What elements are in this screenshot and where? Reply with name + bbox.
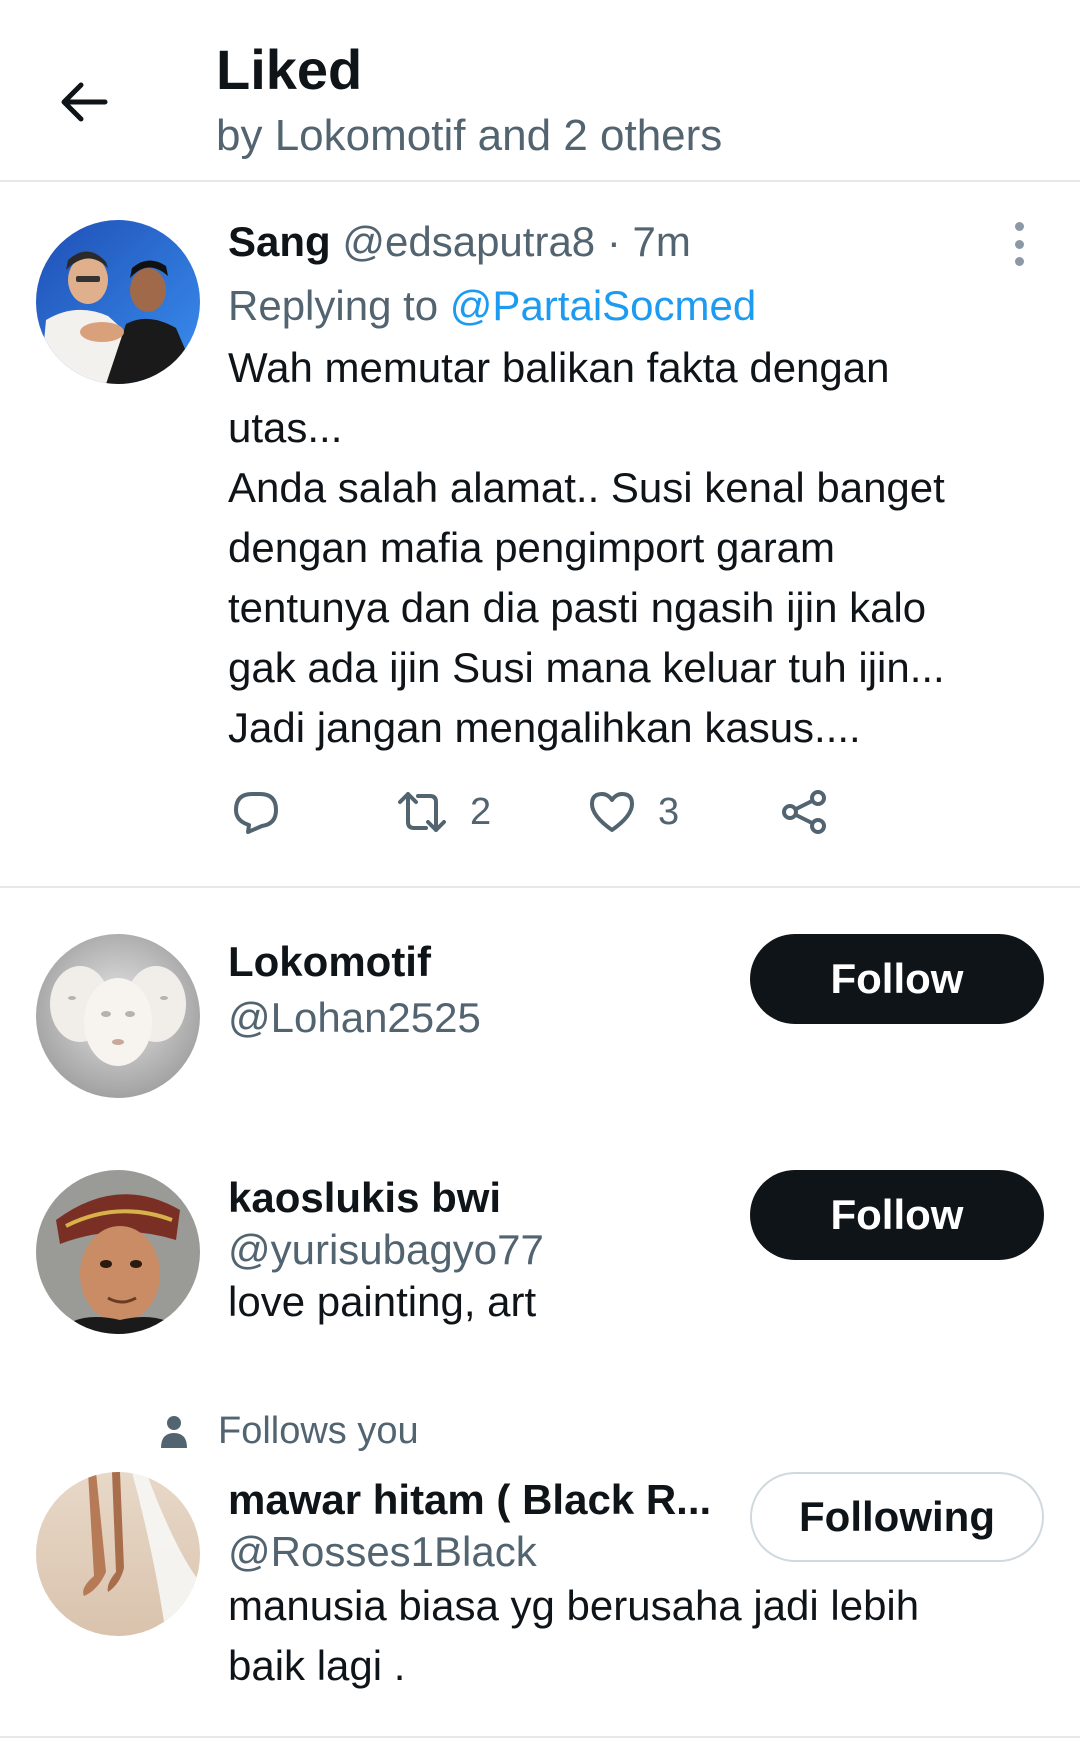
replying-to-label: Replying to xyxy=(228,282,450,329)
more-dot-icon xyxy=(1014,257,1024,266)
following-button[interactable]: Following xyxy=(750,1472,1044,1562)
tweet-text-line: tentunya dan dia pasti ngasih ijin kalo xyxy=(228,584,927,631)
page-title: Liked xyxy=(216,38,363,101)
user-list-item[interactable]: Follows you mawar hitam ( Black R... @Ro… xyxy=(0,1358,1080,1736)
user-handle[interactable]: @Lohan2525 xyxy=(228,990,481,1046)
tweet-author-name[interactable]: Sang xyxy=(228,218,331,265)
user-handle[interactable]: @yurisubagyo77 xyxy=(228,1222,544,1278)
user-name[interactable]: kaoslukis bwi xyxy=(228,1170,501,1226)
user-bio: manusia biasa yg berusaha jadi lebih bai… xyxy=(228,1576,988,1696)
tweet-text: Wah memutar balikan fakta dengan utas...… xyxy=(228,338,1028,758)
follows-you-label: Follows you xyxy=(218,1410,419,1452)
avatar-photo-lokomotif xyxy=(36,934,200,1098)
user-name[interactable]: Lokomotif xyxy=(228,934,431,990)
share-button[interactable] xyxy=(780,782,828,842)
heart-icon xyxy=(590,792,634,832)
like-count: 3 xyxy=(658,790,680,833)
reply-icon xyxy=(234,792,278,834)
share-icon xyxy=(782,790,826,834)
reply-button[interactable] xyxy=(232,782,280,842)
avatar[interactable] xyxy=(36,220,200,384)
follow-button[interactable]: Follow xyxy=(750,934,1044,1024)
header: Liked by Lokomotif and 2 others xyxy=(0,0,1080,182)
avatar-photo-sang xyxy=(36,220,200,384)
avatar-photo-kaoslukis xyxy=(36,1170,200,1334)
tweet-text-line: dengan mafia pengimport garam xyxy=(228,524,836,571)
more-dot-icon xyxy=(1014,222,1024,231)
follow-button[interactable]: Follow xyxy=(750,1170,1044,1260)
back-button[interactable] xyxy=(52,70,116,134)
divider xyxy=(0,1736,1080,1738)
replying-to: Replying to @PartaiSocmed xyxy=(228,278,756,334)
avatar-photo-mawar-hitam xyxy=(36,1472,200,1636)
more-dot-icon xyxy=(1014,239,1024,249)
retweet-icon xyxy=(398,792,446,832)
person-icon xyxy=(161,1415,187,1448)
replying-to-mention[interactable]: @PartaiSocmed xyxy=(450,282,756,329)
like-button[interactable]: 3 xyxy=(588,782,679,842)
tweet-separator: · xyxy=(595,218,633,265)
retweet-count: 2 xyxy=(470,790,492,833)
tweet-text-line: Anda salah alamat.. Susi kenal banget xyxy=(228,464,945,511)
tweet-actions: 2 3 xyxy=(228,782,928,842)
user-bio-line: baik lagi . xyxy=(228,1642,406,1689)
tweet-time: 7m xyxy=(632,218,691,265)
user-name[interactable]: mawar hitam ( Black R... xyxy=(228,1472,711,1528)
tweet[interactable]: Sang @edsaputra8 · 7m Replying to @Parta… xyxy=(0,182,1080,888)
user-list-item[interactable]: kaoslukis bwi @yurisubagyo77 love painti… xyxy=(0,1118,1080,1358)
tweet-text-line: Jadi jangan mengalihkan kasus.... xyxy=(228,704,861,751)
tweet-text-line: Wah memutar balikan fakta dengan xyxy=(228,344,890,391)
user-handle[interactable]: @Rosses1Black xyxy=(228,1524,537,1580)
follows-you-indicator: Follows you xyxy=(160,1410,419,1453)
retweet-button[interactable]: 2 xyxy=(396,782,491,842)
arrow-left-icon xyxy=(61,82,108,122)
avatar[interactable] xyxy=(36,1472,200,1636)
more-options-button[interactable] xyxy=(1004,216,1034,272)
tweet-text-line: utas... xyxy=(228,404,343,451)
tweet-header: Sang @edsaputra8 · 7m xyxy=(228,214,691,270)
user-list-item[interactable]: Lokomotif @Lohan2525 Follow xyxy=(0,888,1080,1118)
tweet-author-handle[interactable]: @edsaputra8 xyxy=(342,218,595,265)
tweet-text-line: gak ada ijin Susi mana keluar tuh ijin..… xyxy=(228,644,945,691)
page-subtitle: by Lokomotif and 2 others xyxy=(216,111,723,160)
user-bio: love painting, art xyxy=(228,1278,537,1325)
avatar[interactable] xyxy=(36,934,200,1098)
avatar[interactable] xyxy=(36,1170,200,1334)
user-bio-line: manusia biasa yg berusaha jadi lebih xyxy=(228,1582,920,1629)
